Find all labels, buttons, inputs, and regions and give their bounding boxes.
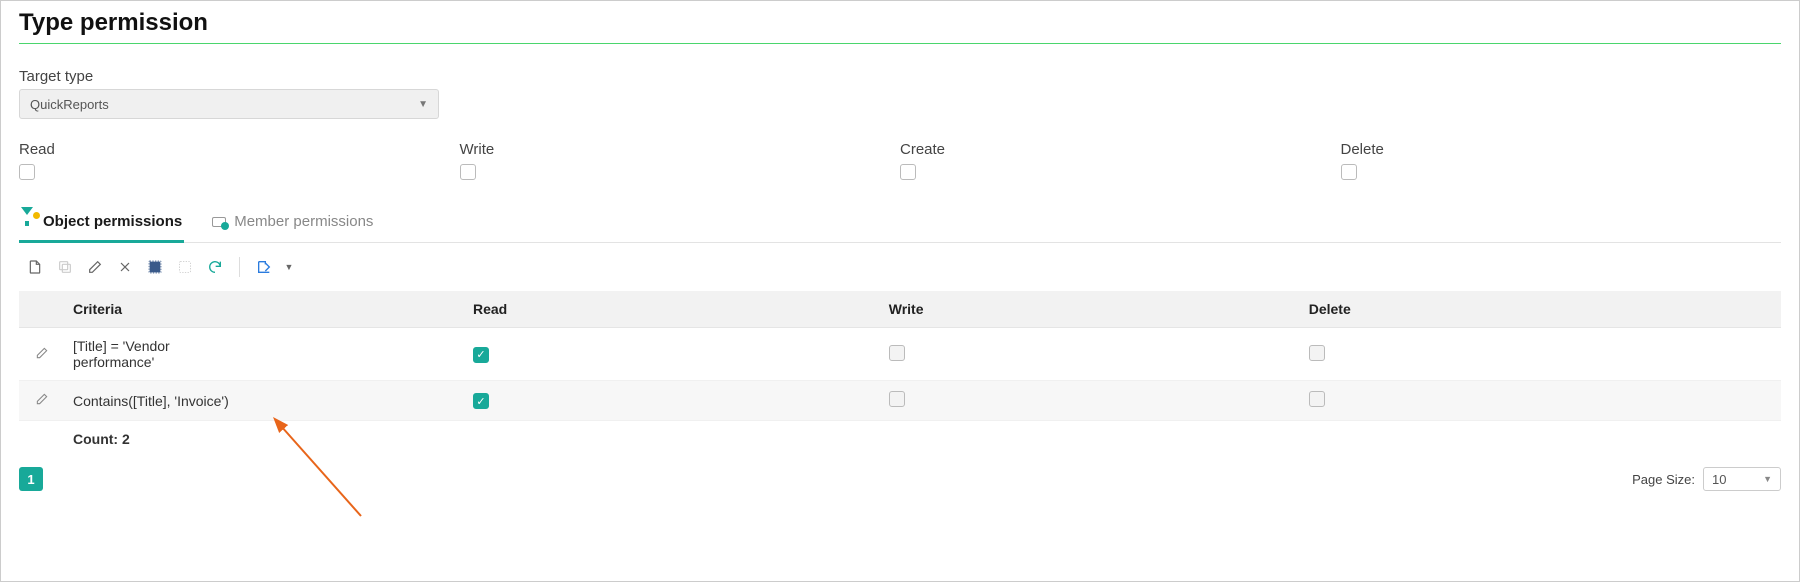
export-button[interactable] bbox=[254, 257, 274, 277]
target-type-label: Target type bbox=[19, 68, 1781, 85]
create-label: Create bbox=[900, 141, 1341, 158]
page-title: Type permission bbox=[19, 9, 1781, 37]
new-button[interactable] bbox=[25, 257, 45, 277]
edit-button[interactable] bbox=[85, 257, 105, 277]
count-value: 2 bbox=[122, 431, 130, 447]
create-checkbox[interactable] bbox=[900, 164, 916, 180]
permission-tabs: Object permissions Member permissions bbox=[19, 205, 1781, 243]
row-read-checkbox[interactable]: ✓ bbox=[473, 393, 489, 409]
refresh-button[interactable] bbox=[205, 257, 225, 277]
read-checkbox[interactable] bbox=[19, 164, 35, 180]
grid-header-edit bbox=[19, 291, 65, 328]
title-divider bbox=[19, 43, 1781, 44]
write-permission: Write bbox=[460, 141, 901, 183]
delete-button[interactable] bbox=[115, 257, 135, 277]
table-row[interactable]: Contains([Title], 'Invoice') ✓ bbox=[19, 381, 1781, 421]
chevron-down-icon: ▼ bbox=[1763, 474, 1772, 484]
row-delete-checkbox[interactable] bbox=[1309, 391, 1325, 407]
delete-checkbox[interactable] bbox=[1341, 164, 1357, 180]
page-size-dropdown[interactable]: 10 ▼ bbox=[1703, 467, 1781, 491]
toolbar-separator bbox=[239, 257, 240, 277]
write-label: Write bbox=[460, 141, 901, 158]
select-all-button[interactable] bbox=[145, 257, 165, 277]
create-permission: Create bbox=[900, 141, 1341, 183]
count-label: Count: bbox=[73, 431, 118, 447]
page-size-control: Page Size: 10 ▼ bbox=[1632, 467, 1781, 491]
page-1-button[interactable]: 1 bbox=[19, 467, 43, 491]
grid-header-delete[interactable]: Delete bbox=[1301, 291, 1781, 328]
tab-member-label: Member permissions bbox=[234, 213, 373, 230]
criteria-cell: [Title] = 'Vendor performance' bbox=[73, 338, 243, 370]
row-read-checkbox[interactable]: ✓ bbox=[473, 347, 489, 363]
table-row[interactable]: [Title] = 'Vendor performance' ✓ bbox=[19, 328, 1781, 381]
grid-footer-row: Count: 2 bbox=[19, 421, 1781, 458]
delete-label: Delete bbox=[1341, 141, 1782, 158]
grid-header-write[interactable]: Write bbox=[881, 291, 1301, 328]
write-checkbox[interactable] bbox=[460, 164, 476, 180]
target-type-value: QuickReports bbox=[30, 97, 109, 112]
read-permission: Read bbox=[19, 141, 460, 183]
chevron-down-icon: ▼ bbox=[418, 99, 428, 110]
delete-permission: Delete bbox=[1341, 141, 1782, 183]
tab-object-label: Object permissions bbox=[43, 213, 182, 230]
member-icon bbox=[212, 217, 228, 227]
grid-header-read[interactable]: Read bbox=[465, 291, 881, 328]
funnel-icon bbox=[21, 215, 37, 229]
row-delete-checkbox[interactable] bbox=[1309, 345, 1325, 361]
row-write-checkbox[interactable] bbox=[889, 345, 905, 361]
page-size-value: 10 bbox=[1712, 472, 1726, 487]
criteria-cell: Contains([Title], 'Invoice') bbox=[73, 393, 229, 409]
grid-header-criteria[interactable]: Criteria bbox=[65, 291, 465, 328]
tab-member-permissions[interactable]: Member permissions bbox=[210, 205, 375, 243]
grid-header-row: Criteria Read Write Delete bbox=[19, 291, 1781, 328]
clone-button[interactable] bbox=[55, 257, 75, 277]
type-permission-panel: Type permission Target type QuickReports… bbox=[0, 0, 1800, 582]
read-label: Read bbox=[19, 141, 460, 158]
page-size-label: Page Size: bbox=[1632, 472, 1695, 487]
row-write-checkbox[interactable] bbox=[889, 391, 905, 407]
grid-toolbar: ▼ bbox=[19, 243, 1781, 287]
edit-row-icon[interactable] bbox=[35, 392, 49, 406]
export-dropdown-toggle[interactable]: ▼ bbox=[284, 257, 294, 277]
select-none-button[interactable] bbox=[175, 257, 195, 277]
tab-object-permissions[interactable]: Object permissions bbox=[19, 205, 184, 243]
target-type-field: Target type QuickReports ▼ bbox=[19, 68, 1781, 119]
target-type-dropdown[interactable]: QuickReports ▼ bbox=[19, 89, 439, 119]
edit-row-icon[interactable] bbox=[35, 346, 49, 360]
object-permissions-grid: Criteria Read Write Delete [Title] = 'Ve… bbox=[19, 291, 1781, 457]
pager: 1 Page Size: 10 ▼ bbox=[19, 467, 1781, 491]
crud-permission-row: Read Write Create Delete bbox=[19, 141, 1781, 183]
